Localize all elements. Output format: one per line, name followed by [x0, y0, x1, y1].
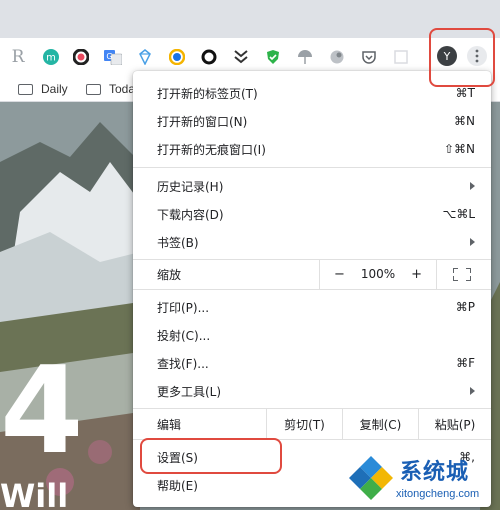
r-extension-icon[interactable]: R	[7, 46, 29, 68]
watermark-logo-icon	[349, 456, 393, 500]
folder-icon	[86, 83, 101, 95]
watermark: 系统城 xitongcheng.com	[340, 448, 500, 510]
paste-label: 粘贴(P)	[434, 417, 476, 432]
edit-label: 编辑	[157, 417, 182, 432]
menu-item-cast[interactable]: 投射(C)...	[133, 321, 491, 349]
compass-extension-icon[interactable]	[166, 46, 188, 68]
translate-extension-icon[interactable]: G	[102, 46, 124, 68]
menu-item-history[interactable]: 历史记录(H)	[133, 172, 491, 200]
menu-item-more-tools[interactable]: 更多工具(L)	[133, 377, 491, 405]
menu-item-label: 更多工具(L)	[157, 384, 222, 399]
shortcut-label: ⌘T	[455, 86, 475, 100]
menu-item-label: 查找(F)...	[157, 356, 209, 371]
zoom-label: 缩放	[157, 267, 182, 282]
cut-label: 剪切(T)	[284, 417, 325, 432]
shortcut-label: ⌘P	[455, 300, 475, 314]
cut-button[interactable]: 剪切(T)	[266, 409, 342, 439]
m-extension-icon[interactable]: m	[40, 46, 62, 68]
square-extension-icon[interactable]	[390, 46, 412, 68]
menu-divider	[133, 289, 491, 290]
zoom-in-button[interactable]: +	[411, 267, 422, 282]
menu-item-label: 书签(B)	[157, 235, 199, 250]
menu-item-label: 历史记录(H)	[157, 179, 224, 194]
svg-text:G: G	[106, 52, 112, 61]
menu-zoom-row: 缩放 − 100% +	[133, 259, 491, 289]
menu-divider	[133, 167, 491, 168]
shield-extension-icon[interactable]	[262, 46, 284, 68]
menu-item-new-window[interactable]: 打开新的窗口(N) ⌘N	[133, 107, 491, 135]
submenu-arrow-icon	[470, 182, 475, 190]
ring-extension-icon[interactable]	[198, 46, 220, 68]
page-big-glyph: 4	[0, 342, 84, 481]
svg-text:m: m	[46, 53, 56, 64]
menu-item-print[interactable]: 打印(P)... ⌘P	[133, 293, 491, 321]
copy-button[interactable]: 复制(C)	[342, 409, 418, 439]
menu-item-label: 打印(P)...	[157, 300, 210, 315]
menu-item-label: 下载内容(D)	[157, 207, 224, 222]
shortcut-label: ⇧⌘N	[443, 142, 475, 156]
highlight-menu-button-box	[429, 28, 495, 87]
menu-item-label: 投射(C)...	[157, 328, 211, 343]
bookmark-folder-daily[interactable]: Daily	[18, 80, 68, 98]
menu-item-find[interactable]: 查找(F)... ⌘F	[133, 349, 491, 377]
gray-circle-extension-icon[interactable]	[326, 46, 348, 68]
umbrella-extension-icon[interactable]	[294, 46, 316, 68]
double-chevron-extension-icon[interactable]	[230, 46, 252, 68]
paste-button[interactable]: 粘贴(P)	[418, 409, 491, 439]
shortcut-label: ⌘F	[456, 356, 475, 370]
bookmark-label: Daily	[41, 82, 68, 96]
submenu-arrow-icon	[470, 238, 475, 246]
menu-item-bookmarks[interactable]: 书签(B)	[133, 228, 491, 256]
copy-label: 复制(C)	[359, 417, 402, 432]
folder-icon	[18, 83, 33, 95]
page-bottom-text: Will	[0, 477, 69, 510]
zoom-level: 100%	[360, 267, 396, 281]
watermark-en-text: xitongcheng.com	[396, 488, 480, 500]
shortcut-label: ⌘N	[454, 114, 475, 128]
menu-item-label: 打开新的窗口(N)	[157, 114, 248, 129]
color-wheel-extension-icon[interactable]	[70, 46, 92, 68]
zoom-out-button[interactable]: −	[334, 267, 345, 282]
watermark-cn-text: 系统城	[400, 460, 470, 485]
submenu-arrow-icon	[470, 387, 475, 395]
menu-item-label: 打开新的标签页(T)	[157, 86, 258, 101]
tab-strip	[0, 0, 500, 38]
highlight-settings-box	[140, 438, 282, 474]
zoom-controls: − 100% +	[319, 259, 437, 289]
diamond-extension-icon[interactable]	[134, 46, 156, 68]
menu-item-downloads[interactable]: 下载内容(D) ⌥⌘L	[133, 200, 491, 228]
shortcut-label: ⌥⌘L	[442, 207, 475, 221]
menu-edit-row: 编辑 剪切(T) 复制(C) 粘贴(P)	[133, 409, 491, 439]
pocket-extension-icon[interactable]	[358, 46, 380, 68]
menu-item-label: 打开新的无痕窗口(I)	[157, 142, 266, 157]
bookmark-folder-today[interactable]: Toda	[86, 80, 135, 98]
bookmark-label: Toda	[109, 82, 136, 96]
menu-item-new-incognito[interactable]: 打开新的无痕窗口(I) ⇧⌘N	[133, 135, 491, 163]
fullscreen-icon[interactable]	[453, 268, 471, 281]
